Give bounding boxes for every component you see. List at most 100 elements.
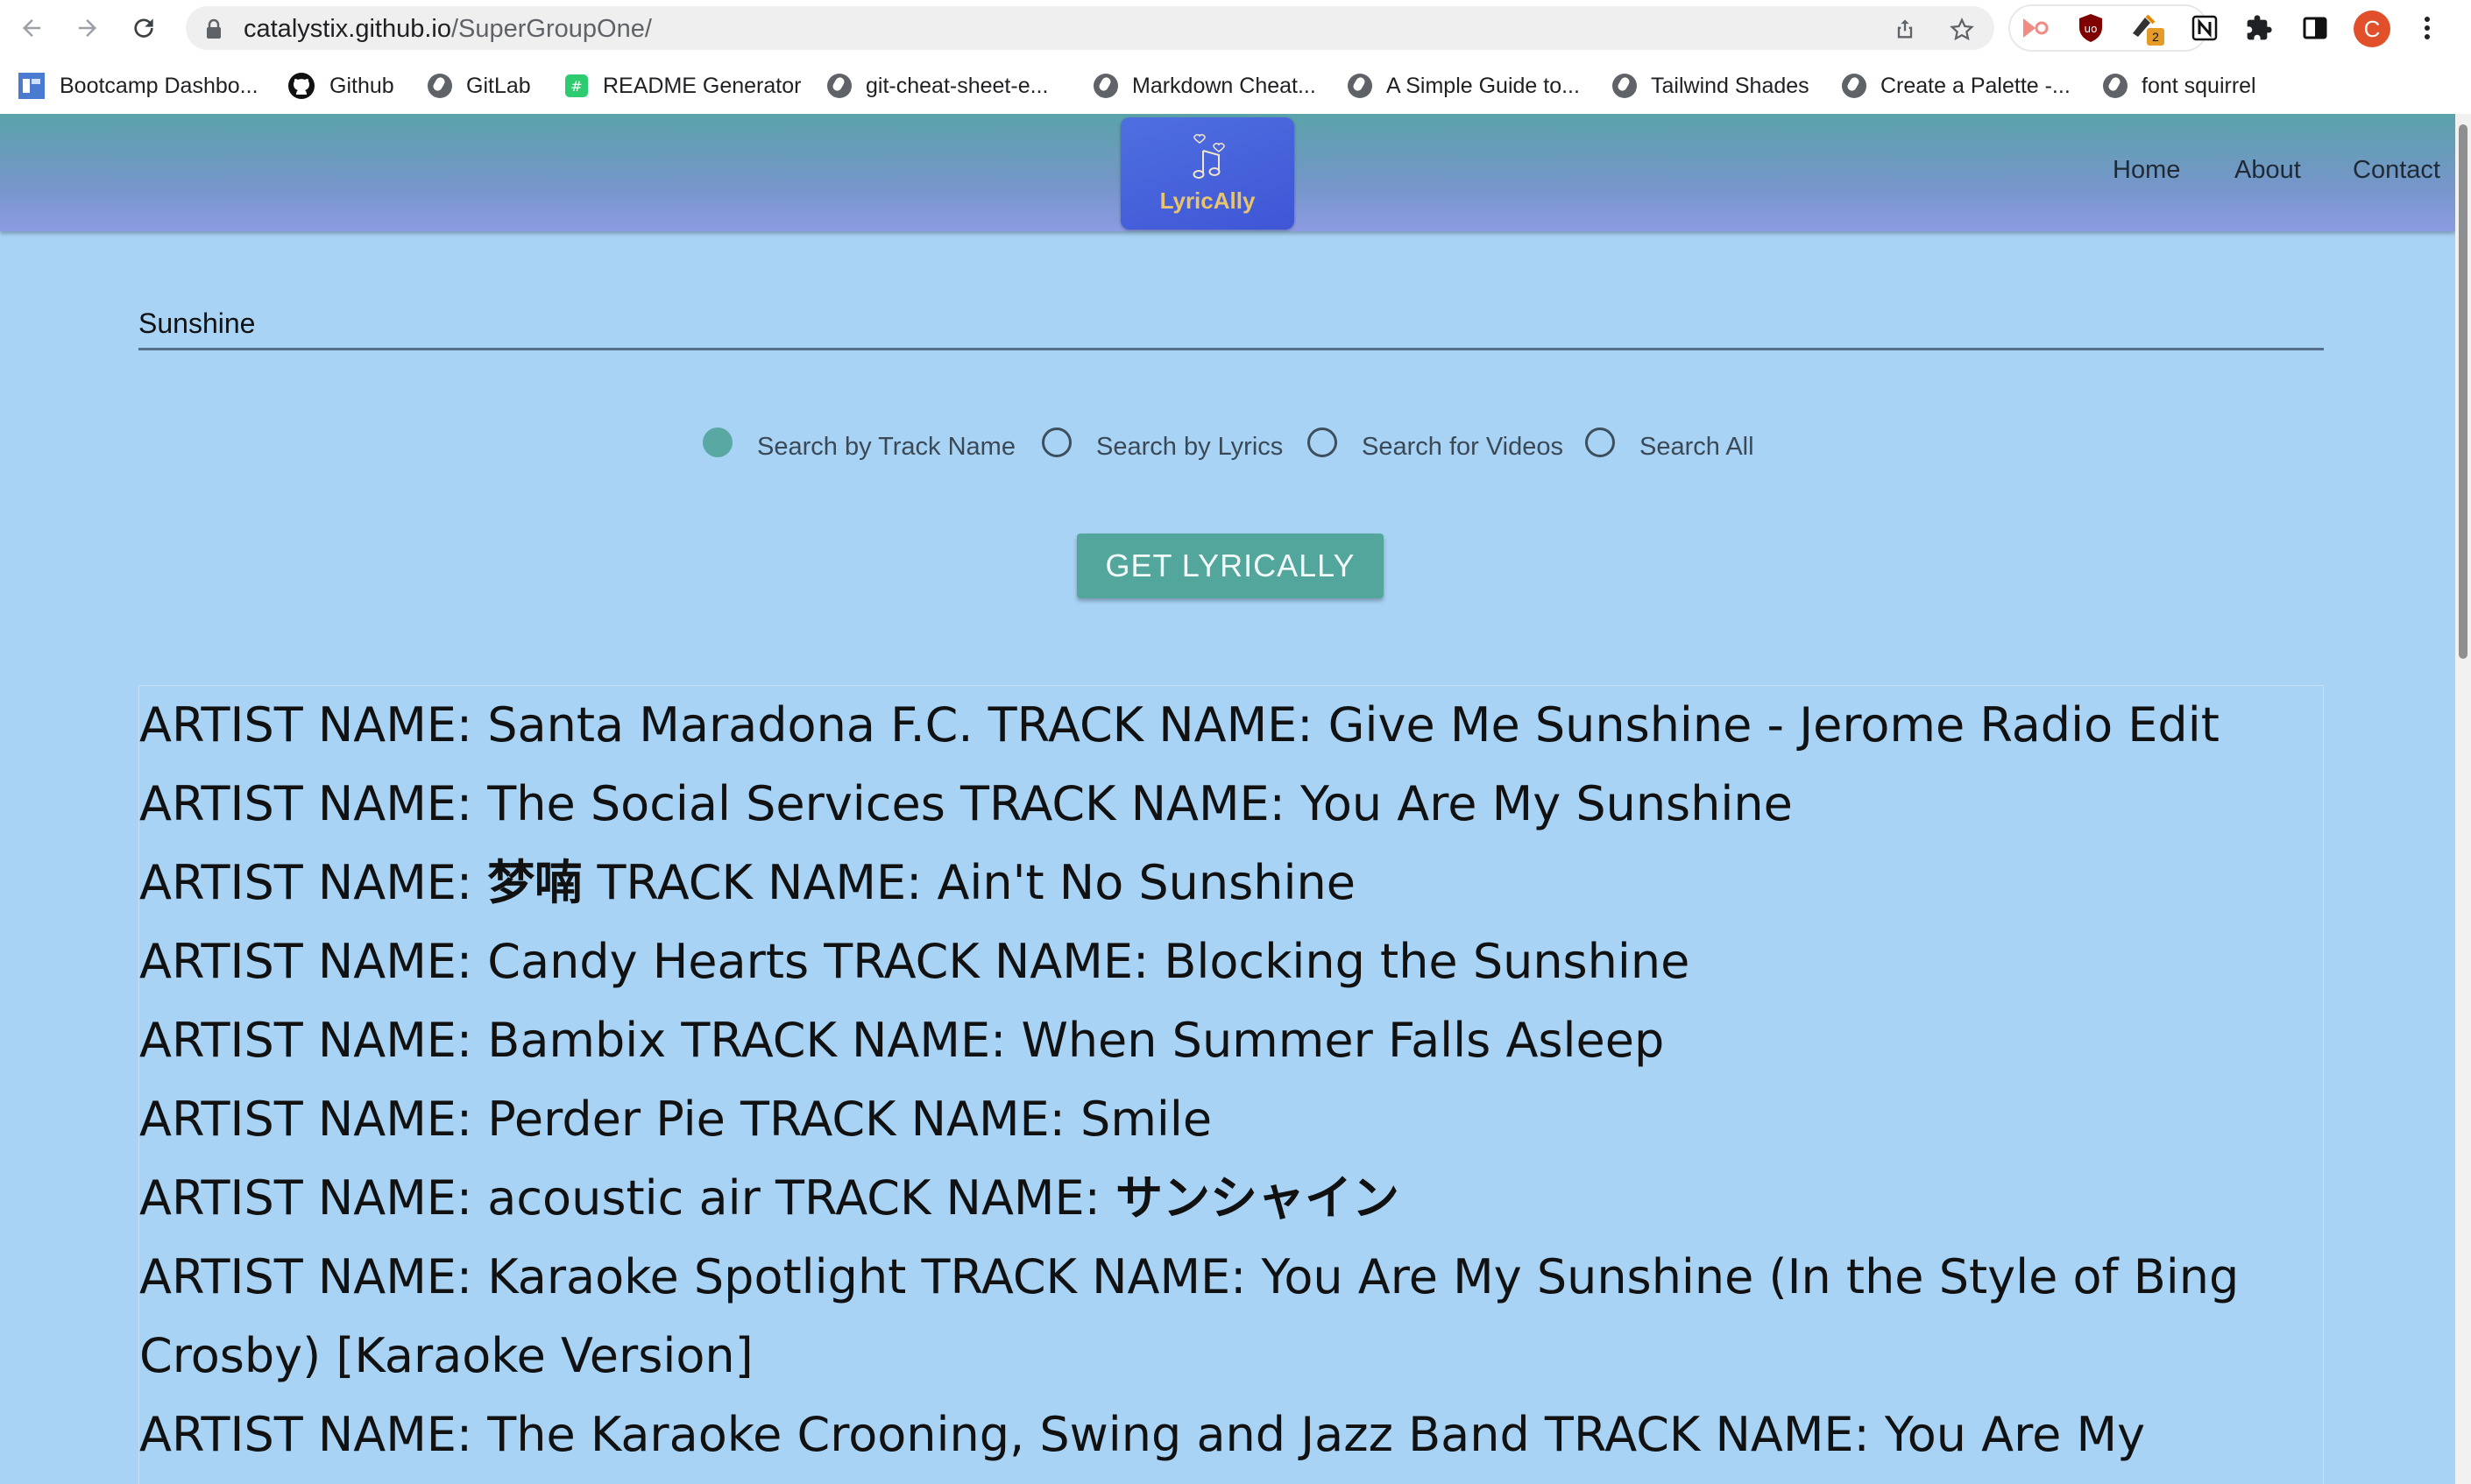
globe-icon [1842, 74, 1866, 98]
track-prefix: TRACK NAME: [666, 1013, 1022, 1068]
result-item[interactable]: ARTIST NAME: The Social Services TRACK N… [139, 765, 2323, 844]
extension-badge-icon[interactable]: 2 [2128, 11, 2164, 46]
bookmark-item[interactable]: Bootcamp Dashbo... [18, 70, 258, 102]
artist-prefix: ARTIST NAME: [139, 776, 488, 831]
bookmark-item[interactable]: A Simple Guide to... [1348, 70, 1580, 102]
track-name: Smile [1080, 1092, 1213, 1147]
share-icon[interactable] [1893, 17, 1917, 41]
track-name: You Are My Sunshine [1300, 776, 1793, 831]
logo-text: LyricAlly [1159, 187, 1256, 214]
music-note-logo-icon [1193, 134, 1225, 179]
svg-text:uo: uo [2085, 23, 2098, 35]
bookmark-label: Create a Palette -... [1880, 73, 2071, 98]
globe-icon [2103, 74, 2128, 98]
track-prefix: TRACK NAME: [725, 1092, 1081, 1147]
bookmark-item[interactable]: GitLab [428, 70, 531, 102]
radio-track-name-label[interactable]: Search by Track Name [757, 433, 1016, 462]
bookmark-item[interactable]: Markdown Cheat... [1094, 70, 1316, 102]
globe-icon [827, 74, 852, 98]
search-input[interactable] [138, 300, 2324, 350]
nav-home-link[interactable]: Home [2113, 156, 2180, 185]
globe-icon [1612, 74, 1637, 98]
radio-all-label[interactable]: Search All [1639, 433, 1754, 462]
globe-icon [1094, 74, 1118, 98]
result-item[interactable]: ARTIST NAME: Bambix TRACK NAME: When Sum… [139, 1001, 2323, 1080]
side-panel-icon[interactable] [2298, 11, 2333, 46]
browser-menu-icon[interactable] [2410, 11, 2445, 46]
ublock-shield-icon[interactable]: uo [2073, 11, 2108, 46]
bookmark-label: Github [329, 73, 394, 98]
track-name: You Are My [1884, 1407, 2146, 1462]
radio-lyrics-label[interactable]: Search by Lyrics [1096, 433, 1283, 462]
bookmark-star-icon[interactable] [1949, 17, 1975, 43]
artist-prefix: ARTIST NAME: [139, 1407, 488, 1462]
result-item[interactable]: ARTIST NAME: The Karaoke Crooning, Swing… [139, 1396, 2323, 1474]
artist-prefix: ARTIST NAME: [139, 1170, 488, 1226]
bookmark-item[interactable]: # README Generator [564, 70, 801, 102]
readme-icon: # [565, 74, 588, 97]
track-prefix: TRACK NAME: [906, 1249, 1262, 1304]
notion-icon[interactable] [2187, 11, 2222, 46]
result-item[interactable]: ARTIST NAME: 梦喃 TRACK NAME: Ain't No Sun… [139, 844, 2323, 922]
bookmark-label: README Generator [603, 73, 802, 98]
result-item[interactable]: ARTIST NAME: Perder Pie TRACK NAME: Smil… [139, 1080, 2323, 1159]
artist-name: 梦喃 [487, 855, 583, 910]
result-item[interactable]: ARTIST NAME: acoustic air TRACK NAME: サン… [139, 1159, 2323, 1238]
artist-prefix: ARTIST NAME: [139, 1092, 488, 1147]
artist-prefix: ARTIST NAME: [139, 855, 488, 910]
forward-button[interactable] [68, 9, 107, 47]
track-prefix: TRACK NAME: [1529, 1407, 1885, 1462]
artist-name: The Karaoke Crooning, Swing and Jazz Ban… [487, 1407, 1530, 1462]
result-item[interactable]: ARTIST NAME: Candy Hearts TRACK NAME: Bl… [139, 922, 2323, 1001]
bookmark-item[interactable]: Tailwind Shades [1612, 70, 1809, 102]
bookmark-label: Bootcamp Dashbo... [60, 73, 258, 98]
bookmark-item[interactable]: Github [287, 70, 394, 102]
bookmark-label: Tailwind Shades [1651, 73, 1809, 98]
result-item[interactable]: ARTIST NAME: Karaoke Spotlight TRACK NAM… [139, 1238, 2323, 1396]
track-prefix: TRACK NAME: [945, 776, 1301, 831]
extension-badge-count: 2 [2147, 28, 2164, 46]
forward-arrow-icon [79, 19, 96, 37]
radio-track-name[interactable] [703, 428, 733, 457]
radio-lyrics[interactable] [1042, 428, 1072, 457]
nav-contact-link[interactable]: Contact [2353, 156, 2440, 185]
reload-button[interactable] [124, 9, 163, 47]
url-path: /SuperGroupOne/ [450, 15, 652, 43]
globe-icon [1348, 74, 1372, 98]
track-prefix: TRACK NAME: [973, 697, 1328, 753]
address-bar[interactable]: catalystix.github.io/SuperGroupOne/ [186, 6, 1994, 50]
artist-prefix: ARTIST NAME: [139, 1249, 488, 1304]
artist-name: Bambix [487, 1013, 667, 1068]
site-logo[interactable]: LyricAlly [1121, 117, 1294, 230]
bookmark-item[interactable]: font squirrel [2103, 70, 2256, 102]
get-lyrically-button[interactable]: GET LYRICALLY [1077, 534, 1384, 598]
radio-all[interactable] [1585, 428, 1615, 457]
track-name: When Summer Falls Asleep [1021, 1013, 1665, 1068]
artist-name: Candy Hearts [487, 934, 810, 989]
svg-text:#: # [570, 78, 582, 95]
bookmark-item[interactable]: git-cheat-sheet-e... [827, 70, 1048, 102]
artist-name: Santa Maradona F.C. [487, 697, 974, 753]
puzzle-extensions-icon[interactable] [2241, 11, 2276, 46]
reload-icon [134, 18, 153, 38]
bookmark-label: GitLab [466, 73, 531, 98]
page-viewport: LyricAlly Home About Contact Search by T… [0, 114, 2455, 1484]
bookmark-label: git-cheat-sheet-e... [866, 73, 1049, 98]
bookmark-item[interactable]: Create a Palette -... [1842, 70, 2071, 102]
bookmark-label: Markdown Cheat... [1132, 73, 1316, 98]
bookmark-label: A Simple Guide to... [1386, 73, 1580, 98]
url-text: catalystix.github.io/SuperGroupOne/ [244, 15, 652, 44]
page-scrollbar[interactable] [2455, 114, 2471, 1484]
profile-avatar[interactable]: C [2354, 11, 2390, 47]
radio-videos-label[interactable]: Search for Videos [1362, 433, 1563, 462]
back-button[interactable] [12, 9, 51, 47]
artist-name: The Social Services [487, 776, 945, 831]
github-icon [288, 73, 315, 99]
result-item[interactable]: ARTIST NAME: Santa Maradona F.C. TRACK N… [139, 686, 2323, 765]
url-host: catalystix.github.io [244, 15, 451, 43]
scrollbar-thumb[interactable] [2459, 124, 2467, 659]
radio-videos[interactable] [1307, 428, 1337, 457]
extension-record-icon[interactable] [2017, 11, 2052, 46]
nav-about-link[interactable]: About [2234, 156, 2301, 185]
track-name: Give Me Sunshine - Jerome Radio Edit [1328, 697, 2220, 753]
